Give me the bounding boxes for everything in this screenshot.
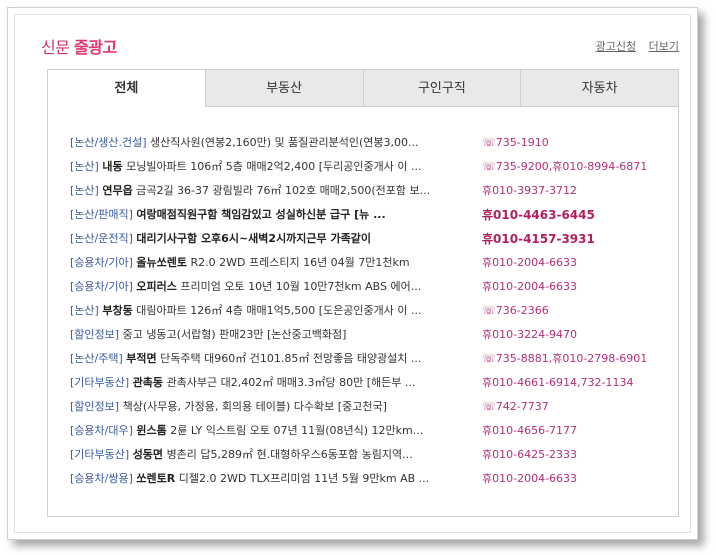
ad-category[interactable]: [논산/주택] bbox=[70, 352, 123, 365]
tab-jobs[interactable]: 구인구직 bbox=[362, 70, 521, 107]
ad-category[interactable]: [논산] bbox=[70, 304, 99, 317]
ad-phone: 휴010-4656-7177 bbox=[482, 424, 578, 437]
ad-description[interactable]: 프리미엄 오토 10년 10월 10만7천km ABS 에어... bbox=[180, 280, 421, 293]
ad-phone: 휴010-4157-3931 bbox=[482, 232, 595, 246]
ad-category[interactable]: [기타부동산] bbox=[70, 448, 129, 461]
list-item[interactable]: [할인정보] 중고 냉동고(서랍형) 판매23만 [논산중고백화점] 휴010-3… bbox=[70, 323, 670, 347]
list-item[interactable]: [논산] 연무읍 금곡2길 36-37 광림빌라 76㎡ 102호 매매2,50… bbox=[70, 179, 670, 203]
ad-phone: ☏736-2366 bbox=[482, 304, 549, 317]
ad-category[interactable]: [기타부동산] bbox=[70, 376, 129, 389]
tab-panel: [논산/생산.건설] 생산직사원(연봉2,160만) 및 품질관리분석인(연봉3… bbox=[47, 107, 679, 517]
ad-location[interactable]: 부적면 bbox=[126, 352, 156, 365]
ad-description[interactable]: 대리기사구함 오후6시~새벽2시까지근무 가족같이 bbox=[136, 232, 371, 245]
ad-location[interactable]: 내동 bbox=[102, 160, 122, 173]
list-item[interactable]: [승용차/쌍용] 쏘렌토R 디젤2.0 2WD TLX프리미엄 11년 5월 9… bbox=[70, 467, 670, 491]
ad-category[interactable]: [논산] bbox=[70, 160, 99, 173]
list-item[interactable]: [논산/주택] 부적면 단독주택 대960㎡ 건101.85㎡ 전망좋음 태양광… bbox=[70, 347, 670, 371]
category-tabs: 전체 부동산 구인구직 자동차 bbox=[47, 69, 679, 107]
ad-description[interactable]: 디젤2.0 2WD TLX프리미엄 11년 5월 9만km AB ... bbox=[179, 472, 429, 485]
ad-category[interactable]: [논산/판매직] bbox=[70, 208, 133, 221]
ad-category[interactable]: [할인정보] bbox=[70, 328, 119, 341]
list-item[interactable]: [승용차/기아] 오피러스 프리미엄 오토 10년 10월 10만7천km AB… bbox=[70, 275, 670, 299]
ad-location[interactable]: 올뉴쏘렌토 bbox=[136, 256, 187, 269]
ad-phone: ☏735-1910 bbox=[482, 136, 549, 149]
ad-category[interactable]: [승용차/쌍용] bbox=[70, 472, 133, 485]
ad-location[interactable]: 오피러스 bbox=[136, 280, 176, 293]
ad-phone: ☏735-9200,휴010-8994-6871 bbox=[482, 160, 648, 173]
ad-phone: ☏742-7737 bbox=[482, 400, 549, 413]
ad-description[interactable]: R2.0 2WD 프레스티지 16년 04월 7만1천km bbox=[191, 256, 410, 269]
list-item[interactable]: [승용차/기아] 올뉴쏘렌토 R2.0 2WD 프레스티지 16년 04월 7만… bbox=[70, 251, 670, 275]
ad-description[interactable]: 책상(사무용, 가정용, 회의용 테이블) 다수확보 [중고천국] bbox=[123, 400, 387, 413]
ad-phone: 휴010-2004-6633 bbox=[482, 472, 578, 485]
ad-phone: ☏735-8881,휴010-2798-6901 bbox=[482, 352, 648, 365]
ad-location[interactable]: 연무읍 bbox=[102, 184, 132, 197]
ad-location[interactable]: 부창동 bbox=[102, 304, 132, 317]
more-link[interactable]: 더보기 bbox=[649, 40, 679, 53]
ad-phone: 휴010-3224-9470 bbox=[482, 328, 578, 341]
ad-description[interactable]: 금곡2길 36-37 광림빌라 76㎡ 102호 매매2,500(전포함 보..… bbox=[136, 184, 430, 197]
ad-location[interactable]: 관촉동 bbox=[133, 376, 163, 389]
tab-cars[interactable]: 자동차 bbox=[520, 70, 678, 107]
list-item[interactable]: [기타부동산] 성동면 병촌리 답5,289㎡ 현.대형하우스6동포함 농림지역… bbox=[70, 443, 670, 467]
ad-category[interactable]: [승용차/기아] bbox=[70, 256, 133, 269]
title-prefix: 신문 bbox=[41, 38, 70, 57]
ad-phone: 휴010-3937-3712 bbox=[482, 184, 578, 197]
header-links: 광고신청 더보기 bbox=[587, 38, 679, 54]
list-item[interactable]: [기타부동산] 관촉동 관촉사부근 대2,402㎡ 매매3.3㎡당 80만 [해… bbox=[70, 371, 670, 395]
ad-description[interactable]: 중고 냉동고(서랍형) 판매23만 [논산중고백화점] bbox=[123, 328, 347, 341]
ad-location[interactable]: 윈스톰 bbox=[136, 424, 166, 437]
list-item[interactable]: [논산/생산.건설] 생산직사원(연봉2,160만) 및 품질관리분석인(연봉3… bbox=[70, 131, 670, 155]
ad-description[interactable]: 대림아파트 126㎡ 4층 매매1억5,500 [도은공인중개사 이 ... bbox=[136, 304, 421, 317]
ad-phone: 휴010-2004-6633 bbox=[482, 280, 578, 293]
list-item[interactable]: [논산] 부창동 대림아파트 126㎡ 4층 매매1억5,500 [도은공인중개… bbox=[70, 299, 670, 323]
ad-phone: 휴010-4463-6445 bbox=[482, 208, 595, 222]
ad-description[interactable]: 병촌리 답5,289㎡ 현.대형하우스6동포함 농림지역... bbox=[167, 448, 413, 461]
ad-description[interactable]: 여랑매점직원구함 책임감있고 성실하신분 급구 [뉴 ... bbox=[136, 208, 385, 221]
list-item[interactable]: [논산] 내동 모닝빌아파트 106㎡ 5층 매매2억2,400 [두리공인중개… bbox=[70, 155, 670, 179]
ad-phone: 휴010-6425-2333 bbox=[482, 448, 578, 461]
title-bold: 줄광고 bbox=[74, 38, 117, 57]
tab-all[interactable]: 전체 bbox=[48, 70, 205, 107]
ad-location[interactable]: 쏘렌토R bbox=[136, 472, 175, 485]
ad-category[interactable]: [논산/생산.건설] bbox=[70, 136, 147, 149]
ad-description[interactable]: 관촉사부근 대2,402㎡ 매매3.3㎡당 80만 [해든부 ... bbox=[167, 376, 416, 389]
ad-description[interactable]: 단독주택 대960㎡ 건101.85㎡ 전망좋음 태양광설치 ... bbox=[160, 352, 421, 365]
ad-category[interactable]: [논산] bbox=[70, 184, 99, 197]
ad-apply-link[interactable]: 광고신청 bbox=[596, 40, 636, 53]
ad-location[interactable]: 성동면 bbox=[133, 448, 163, 461]
ad-list: [논산/생산.건설] 생산직사원(연봉2,160만) 및 품질관리분석인(연봉3… bbox=[70, 131, 670, 491]
ad-phone: 휴010-4661-6914,732-1134 bbox=[482, 376, 634, 389]
ad-description[interactable]: 생산직사원(연봉2,160만) 및 품질관리분석인(연봉3,00... bbox=[150, 136, 419, 149]
list-item[interactable]: [논산/판매직] 여랑매점직원구함 책임감있고 성실하신분 급구 [뉴 ... 휴… bbox=[70, 203, 670, 227]
ad-category[interactable]: [논산/운전직] bbox=[70, 232, 133, 245]
section-title: 신문 줄광고 bbox=[41, 34, 117, 58]
ad-category[interactable]: [승용차/대우] bbox=[70, 424, 133, 437]
ad-phone: 휴010-2004-6633 bbox=[482, 256, 578, 269]
list-item[interactable]: [논산/운전직] 대리기사구함 오후6시~새벽2시까지근무 가족같이 휴010-4… bbox=[70, 227, 670, 251]
list-item[interactable]: [할인정보] 책상(사무용, 가정용, 회의용 테이블) 다수확보 [중고천국]… bbox=[70, 395, 670, 419]
ad-category[interactable]: [승용차/기아] bbox=[70, 280, 133, 293]
list-item[interactable]: [승용차/대우] 윈스톰 2륜 LY 익스트림 오토 07년 11월(08년식)… bbox=[70, 419, 670, 443]
tab-real-estate[interactable]: 부동산 bbox=[204, 70, 363, 107]
ad-description[interactable]: 모닝빌아파트 106㎡ 5층 매매2억2,400 [두리공인중개사 이 ... bbox=[126, 160, 421, 173]
ad-description[interactable]: 2륜 LY 익스트림 오토 07년 11월(08년식) 12만km... bbox=[170, 424, 423, 437]
ad-category[interactable]: [할인정보] bbox=[70, 400, 119, 413]
